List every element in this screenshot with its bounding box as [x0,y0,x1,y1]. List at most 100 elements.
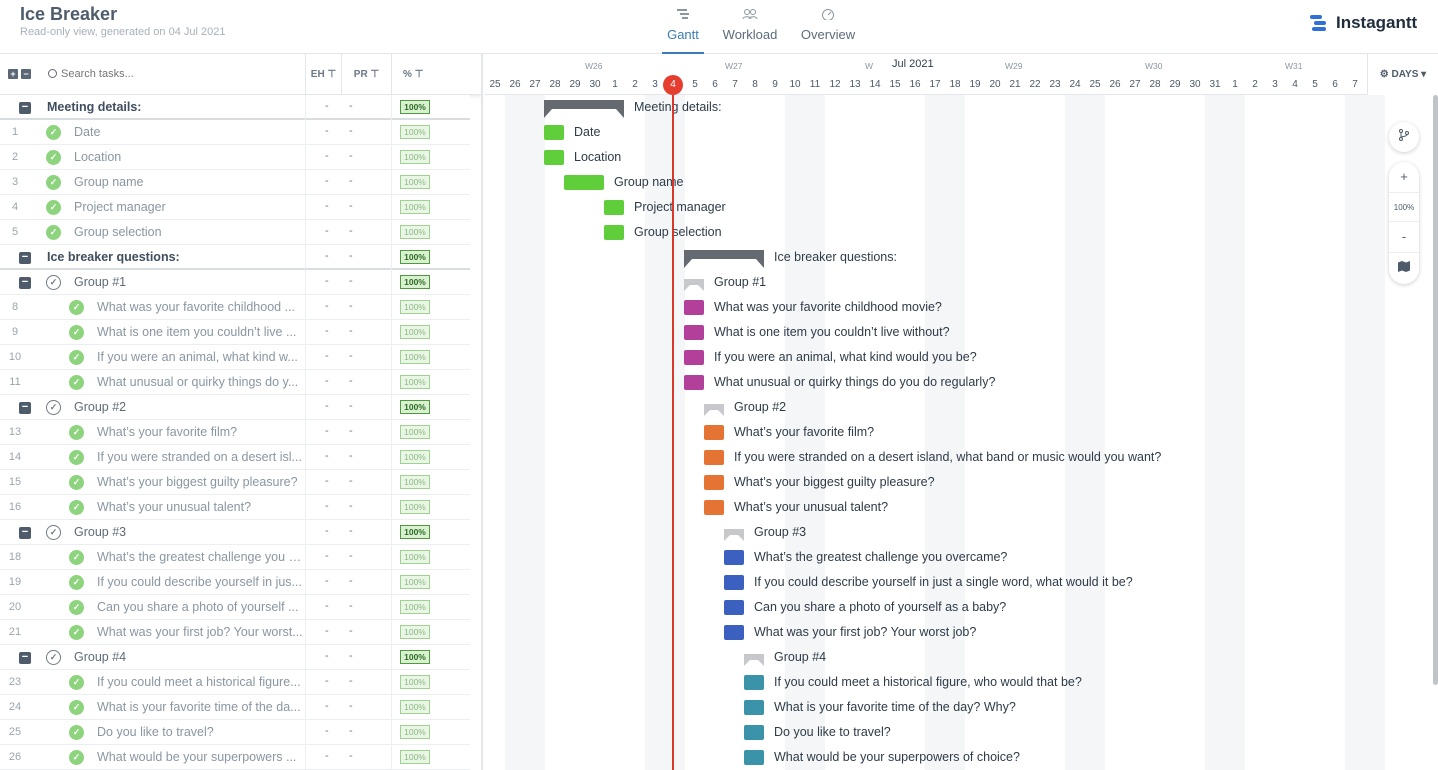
complete-check-icon[interactable]: ✓ [46,650,61,665]
tab-overview[interactable]: Overview [798,8,858,54]
collapse-all-button[interactable]: − [21,69,31,79]
task-name[interactable]: What’s the greatest challenge you o... [97,550,304,564]
task-row[interactable]: 21 ✓ What was your first job? Your worst..… [0,620,470,645]
summary-bar[interactable] [544,100,624,118]
group-row[interactable]: − ✓ Group #2 - - 100% [0,395,470,420]
complete-check-icon[interactable]: ✓ [46,275,61,290]
task-bar[interactable] [744,725,764,740]
complete-check-icon[interactable]: ✓ [69,500,84,515]
group-row[interactable]: − ✓ Group #4 - - 100% [0,645,470,670]
branch-icon[interactable] [1389,122,1419,152]
task-bar[interactable] [604,225,624,240]
complete-check-icon[interactable]: ✓ [46,225,61,240]
task-bar[interactable] [704,450,724,465]
tab-workload[interactable]: Workload [720,8,780,54]
task-bar[interactable] [724,625,744,640]
group-bar[interactable] [744,654,764,666]
complete-check-icon[interactable]: ✓ [69,475,84,490]
section-row[interactable]: − Ice breaker questions: - - 100% [0,245,470,270]
task-row[interactable]: 18 ✓ What’s the greatest challenge you o..… [0,545,470,570]
section-row[interactable]: − Meeting details: - - 100% [0,95,470,120]
group-bar[interactable] [704,404,724,416]
collapse-toggle-icon[interactable]: − [19,652,31,664]
task-name[interactable]: What is your favorite time of the da... [97,700,301,714]
map-icon[interactable] [1389,252,1419,282]
task-name[interactable]: Can you share a photo of yourself ... [97,600,299,614]
task-row[interactable]: 3 ✓ Group name - - 100% [0,170,470,195]
task-name[interactable]: Group #3 [74,525,126,539]
task-bar[interactable] [604,200,624,215]
task-bar[interactable] [724,550,744,565]
complete-check-icon[interactable]: ✓ [69,600,84,615]
task-bar[interactable] [564,175,604,190]
vertical-scrollbar[interactable] [1433,95,1438,685]
task-name[interactable]: Project manager [74,200,166,214]
summary-bar[interactable] [684,250,764,268]
zoom-out-button[interactable]: - [1389,222,1419,252]
task-name[interactable]: If you were an animal, what kind w... [97,350,298,364]
task-bar[interactable] [684,300,704,315]
task-row[interactable]: 25 ✓ Do you like to travel? - - 100% [0,720,470,745]
complete-check-icon[interactable]: ✓ [69,325,84,340]
task-row[interactable]: 20 ✓ Can you share a photo of yourself ...… [0,595,470,620]
zoom-in-button[interactable]: + [1389,162,1419,192]
task-name[interactable]: What’s your biggest guilty pleasure? [97,475,298,489]
task-name[interactable]: Group name [74,175,143,189]
tab-gantt[interactable]: Gantt [662,8,704,54]
task-name[interactable]: What’s your favorite film? [97,425,237,439]
time-scale-button[interactable]: ⚙ DAYS ▾ [1367,54,1438,95]
task-bar[interactable] [704,475,724,490]
complete-check-icon[interactable]: ✓ [69,700,84,715]
task-bar[interactable] [544,125,564,140]
task-bar[interactable] [684,350,704,365]
task-name[interactable]: Do you like to travel? [97,725,214,739]
task-row[interactable]: 4 ✓ Project manager - - 100% [0,195,470,220]
complete-check-icon[interactable]: ✓ [46,400,61,415]
complete-check-icon[interactable]: ✓ [46,150,61,165]
task-row[interactable]: 23 ✓ If you could meet a historical figure… [0,670,470,695]
group-row[interactable]: − ✓ Group #1 - - 100% [0,270,470,295]
complete-check-icon[interactable]: ✓ [46,175,61,190]
task-name[interactable]: If you could meet a historical figure... [97,675,301,689]
complete-check-icon[interactable]: ✓ [46,125,61,140]
task-name[interactable]: Group #2 [74,400,126,414]
task-row[interactable]: 24 ✓ What is your favorite time of the da.… [0,695,470,720]
task-name[interactable]: Group selection [74,225,162,239]
complete-check-icon[interactable]: ✓ [69,425,84,440]
task-name[interactable]: Ice breaker questions: [47,250,180,264]
task-bar[interactable] [704,425,724,440]
task-name[interactable]: What unusual or quirky things do y... [97,375,298,389]
group-row[interactable]: − ✓ Group #3 - - 100% [0,520,470,545]
task-row[interactable]: 15 ✓ What’s your biggest guilty pleasure? -… [0,470,470,495]
task-row[interactable]: 1 ✓ Date - - 100% [0,120,470,145]
task-row[interactable]: 9 ✓ What is one item you couldn’t live ...… [0,320,470,345]
complete-check-icon[interactable]: ✓ [69,450,84,465]
complete-check-icon[interactable]: ✓ [69,350,84,365]
task-bar[interactable] [744,700,764,715]
task-name[interactable]: Date [74,125,100,139]
collapse-toggle-icon[interactable]: − [19,402,31,414]
complete-check-icon[interactable]: ✓ [46,200,61,215]
task-name[interactable]: What is one item you couldn’t live ... [97,325,296,339]
group-bar[interactable] [724,529,744,541]
task-bar[interactable] [684,325,704,340]
task-row[interactable]: 19 ✓ If you could describe yourself in jus… [0,570,470,595]
complete-check-icon[interactable]: ✓ [69,575,84,590]
task-row[interactable]: 26 ✓ What would be your superpowers ... - - 1… [0,745,470,770]
task-name[interactable]: Group #4 [74,650,126,664]
task-row[interactable]: 14 ✓ If you were stranded on a desert isl.… [0,445,470,470]
group-bar[interactable] [684,279,704,291]
complete-check-icon[interactable]: ✓ [69,550,84,565]
complete-check-icon[interactable]: ✓ [69,675,84,690]
column-percent[interactable]: % ⊤ [391,54,481,95]
task-row[interactable]: 16 ✓ What’s your unusual talent? - - 100% [0,495,470,520]
task-name[interactable]: What was your first job? Your worst... [97,625,303,639]
task-name[interactable]: What’s your unusual talent? [97,500,251,514]
task-bar[interactable] [544,150,564,165]
complete-check-icon[interactable]: ✓ [46,525,61,540]
complete-check-icon[interactable]: ✓ [69,625,84,640]
task-name[interactable]: What was your favorite childhood ... [97,300,295,314]
column-eh[interactable]: EH ⊤ [305,54,341,95]
task-row[interactable]: 2 ✓ Location - - 100% [0,145,470,170]
task-bar[interactable] [684,375,704,390]
